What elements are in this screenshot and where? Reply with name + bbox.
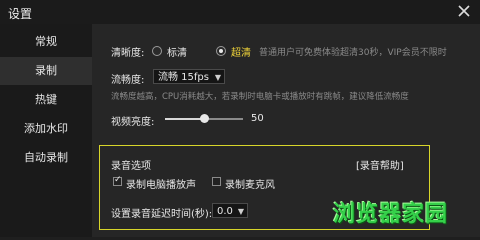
- quality-standard-label[interactable]: 标清: [167, 44, 187, 59]
- sidebar-item-auto-record[interactable]: 自动录制: [0, 144, 92, 172]
- fluency-hint: 流畅度越高，CPU消耗越大，若录制时电脑卡或播放时有跳帧，建议降低流畅度: [111, 92, 409, 102]
- brightness-value: 50: [251, 113, 264, 124]
- fluency-select[interactable]: 流畅 15fps ▼: [153, 69, 225, 84]
- quality-label: 清晰度:: [111, 48, 145, 59]
- sidebar-item-watermark[interactable]: 添加水印: [0, 115, 92, 143]
- chevron-down-icon: ▼: [214, 73, 221, 82]
- brightness-label: 视频亮度:: [111, 117, 155, 128]
- window-title: 设置: [8, 7, 33, 21]
- fluency-label: 流畅度:: [111, 75, 145, 86]
- sidebar: 常规 录制 热键 添加水印 自动录制: [0, 24, 92, 237]
- record-system-audio-checkbox[interactable]: [113, 175, 122, 186]
- sidebar-item-general[interactable]: 常规: [0, 28, 92, 56]
- record-mic-label[interactable]: 录制麦克风: [225, 176, 275, 191]
- audio-delay-value: 0.0: [217, 206, 233, 217]
- audio-help-link[interactable]: [录音帮助]: [356, 157, 404, 172]
- fluency-value: 流畅 15fps: [158, 72, 209, 83]
- sidebar-item-hotkeys[interactable]: 热键: [0, 86, 92, 114]
- title-bar: 设置: [0, 0, 480, 24]
- quality-note: 普通用户可免费体验超清30秒，VIP会员不限时: [259, 48, 447, 58]
- audio-delay-select[interactable]: 0.0 ▼: [212, 203, 248, 218]
- quality-standard-radio[interactable]: [152, 46, 162, 56]
- record-system-audio-label[interactable]: 录制电脑播放声: [126, 176, 196, 191]
- slider-fill: [165, 118, 204, 120]
- sidebar-item-record[interactable]: 录制: [0, 57, 92, 85]
- audio-delay-label: 设置录音延迟时间(秒):: [111, 209, 213, 220]
- record-mic-checkbox[interactable]: [212, 177, 221, 186]
- close-icon[interactable]: [455, 2, 473, 20]
- audio-options-title: 录音选项: [111, 161, 151, 172]
- site-watermark-logo: 浏览器家园: [333, 202, 449, 227]
- slider-thumb[interactable]: [200, 114, 209, 123]
- quality-hd-radio[interactable]: [216, 46, 226, 56]
- quality-hd-label[interactable]: 超清: [231, 44, 251, 59]
- chevron-down-icon: ▼: [237, 207, 244, 216]
